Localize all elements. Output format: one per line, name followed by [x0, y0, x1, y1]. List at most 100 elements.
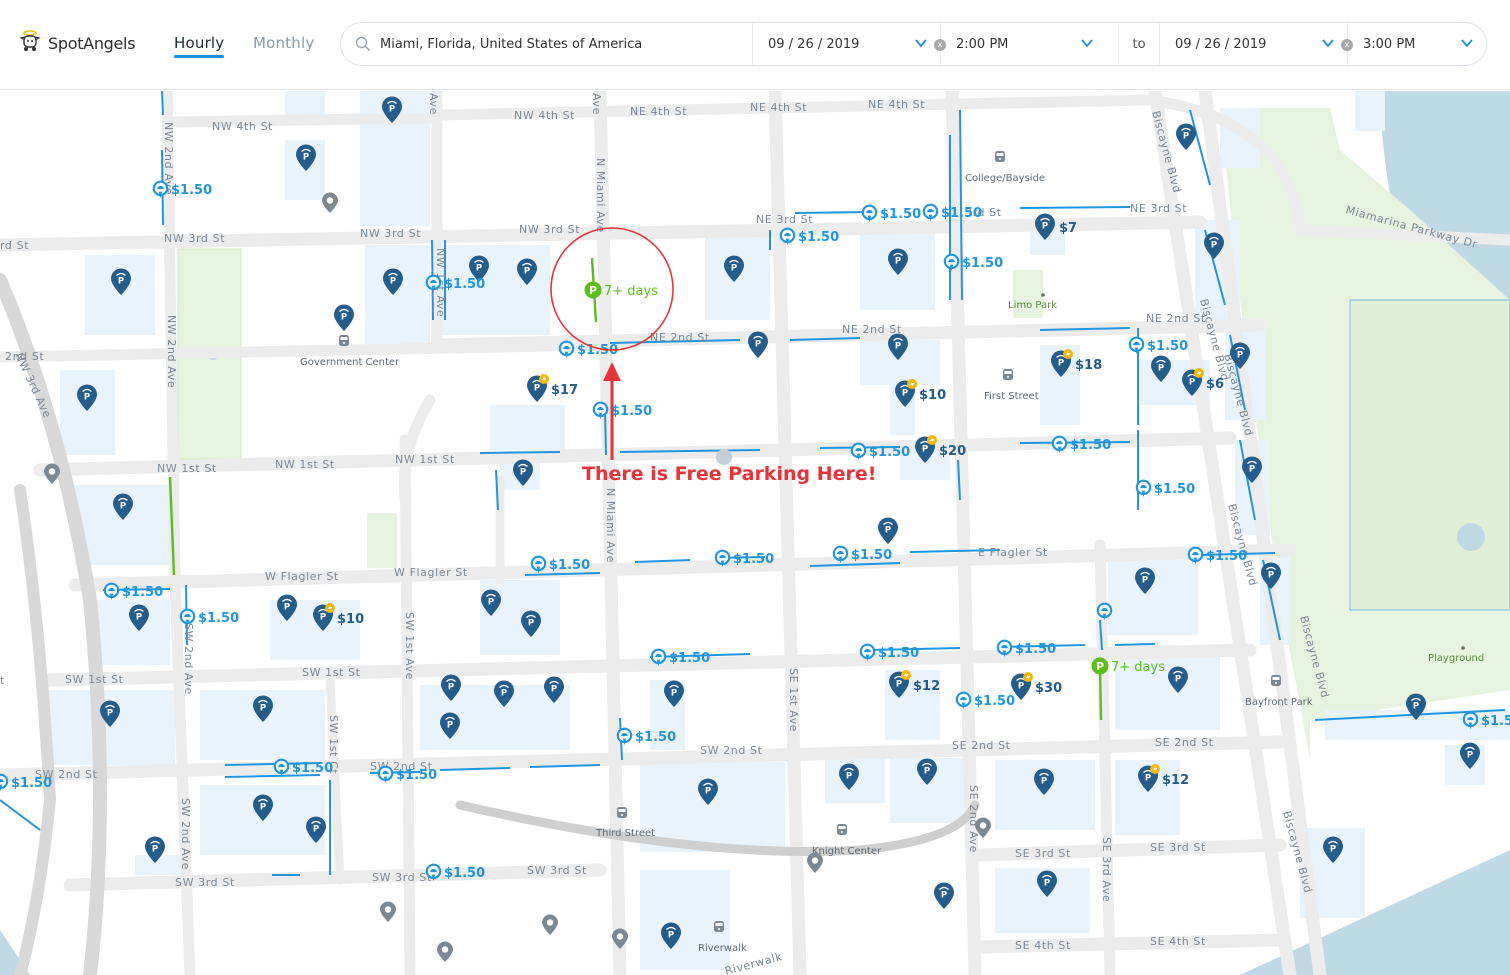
- location-pin-icon[interactable]: [380, 901, 396, 923]
- meter[interactable]: $1.50: [779, 227, 839, 247]
- place-label: Riverwalk: [698, 943, 747, 954]
- garage-pin-icon[interactable]: [333, 304, 355, 332]
- street-label: SW 2nd St: [700, 744, 763, 757]
- tab-hourly[interactable]: Hourly: [174, 34, 225, 58]
- street-label: E Flagler St: [978, 546, 1048, 559]
- logo[interactable]: SpotAngels: [18, 30, 136, 56]
- start-date-select[interactable]: 09 / 26 / 2019 x: [753, 23, 946, 65]
- priced-garage[interactable]: $17: [526, 374, 578, 403]
- street-label: SE 4th St: [1150, 935, 1206, 948]
- place-label: Government Center: [300, 357, 400, 368]
- annotation-text: There is Free Parking Here!: [582, 463, 876, 485]
- meter[interactable]: $1.50: [922, 203, 982, 223]
- start-time-select[interactable]: 2:00 PM: [941, 23, 1119, 65]
- free-parking-spot[interactable]: P 7+ days: [584, 281, 659, 300]
- street-label: W Flagler St: [394, 566, 468, 579]
- location-value: Miami, Florida, United States of America: [380, 36, 643, 52]
- angel-car-icon: [18, 30, 42, 56]
- street-label: SW 1st St: [302, 666, 361, 679]
- garage-pin-icon[interactable]: [1175, 123, 1197, 151]
- meter[interactable]: $1.50: [1462, 711, 1510, 731]
- meter-price: $1.50: [1147, 339, 1188, 354]
- street-label: NE 4th St: [750, 101, 807, 114]
- garage-price: $30: [1035, 681, 1062, 696]
- street-label: NE 4th St: [868, 98, 925, 111]
- meter[interactable]: $1.50: [1051, 435, 1111, 455]
- street-label: SW 1st St: [65, 673, 124, 686]
- garage-pin-icon[interactable]: [877, 517, 899, 545]
- street-label: NE 2nd St: [1146, 312, 1206, 325]
- street-label: NW 1st St: [157, 462, 217, 475]
- place-label: First Street: [984, 391, 1039, 402]
- chevron-down-icon: [915, 39, 927, 48]
- meter-price: $1.50: [611, 404, 652, 419]
- meter[interactable]: $1.50: [1135, 479, 1195, 499]
- meter[interactable]: $1.50: [861, 204, 921, 224]
- transit-station-icon: [995, 151, 1005, 162]
- street-label: Ave: [427, 93, 440, 115]
- parking-meter-icon: [861, 204, 878, 224]
- transit-station-icon: [617, 807, 627, 818]
- end-time-value: 3:00 PM: [1363, 36, 1416, 52]
- meter-price: $1.50: [1154, 482, 1195, 497]
- end-time-select[interactable]: 3:00 PM: [1348, 23, 1486, 65]
- meter[interactable]: $1.50: [377, 765, 437, 785]
- tab-monthly[interactable]: Monthly: [253, 34, 314, 52]
- street-label: Ave: [590, 93, 603, 115]
- location-field[interactable]: Miami, Florida, United States of America: [341, 23, 753, 65]
- location-pin-icon[interactable]: [44, 463, 60, 485]
- parking-meter-icon: [850, 442, 867, 462]
- garage-pin-icon[interactable]: [747, 331, 769, 359]
- transit-station-icon: [1003, 369, 1013, 380]
- meter-price: $1.50: [635, 730, 676, 745]
- street-label: SE 1st Ave: [787, 668, 800, 732]
- transit-station-icon: [714, 921, 724, 932]
- place-label: Knight Center: [812, 846, 882, 857]
- location-pin-icon[interactable]: [322, 192, 338, 214]
- street-label: NW 3rd St: [360, 227, 421, 240]
- meter-price: $1.50: [444, 866, 485, 881]
- search-icon: [355, 36, 371, 52]
- meter-price: $1.50: [549, 558, 590, 573]
- street-label: NW 1st St: [275, 458, 335, 471]
- meter-price: $1.50: [171, 183, 212, 198]
- clear-end-date-icon[interactable]: x: [1341, 39, 1353, 51]
- street-label: SE 2nd St: [1155, 736, 1214, 749]
- location-pin-icon[interactable]: [542, 914, 558, 936]
- meter[interactable]: $1.50: [616, 727, 676, 747]
- parking-meter-icon: [377, 765, 394, 785]
- street-label: SW 3rd St: [175, 876, 235, 889]
- meter[interactable]: $1.50: [103, 582, 163, 602]
- meter-price: $1.50: [941, 206, 982, 221]
- parking-meter-icon: [1051, 435, 1068, 455]
- app-name: SpotAngels: [48, 33, 136, 53]
- transit-station-icon: [837, 824, 847, 835]
- street-label: t: [0, 674, 5, 687]
- meter-price: $1.50: [851, 548, 892, 563]
- meter[interactable]: $1.50: [850, 442, 910, 462]
- clear-start-date-icon[interactable]: x: [934, 39, 946, 51]
- garage-price: $12: [1162, 773, 1189, 788]
- map[interactable]: P: [0, 91, 1510, 975]
- street-label: NW 4th St: [514, 109, 575, 122]
- place-label: College/Bayside: [965, 173, 1045, 184]
- street-label: N Miami Ave: [594, 158, 607, 233]
- end-date-select[interactable]: 09 / 26 / 2019 x: [1160, 23, 1353, 65]
- street-label: rd St: [0, 239, 29, 252]
- chevron-down-icon: [1461, 39, 1473, 48]
- location-pin-icon[interactable]: [437, 941, 453, 963]
- street-label: SE 4th St: [1015, 939, 1071, 952]
- garage-pin-icon[interactable]: [933, 882, 955, 910]
- street-label: SW 1st Ave: [403, 612, 416, 680]
- garage-price: $20: [939, 444, 966, 459]
- location-pin-icon[interactable]: [807, 852, 823, 874]
- meter-price: $1.50: [198, 611, 239, 626]
- street-label: W Flagler St: [265, 570, 339, 583]
- map-canvas[interactable]: P: [0, 91, 1510, 975]
- street-label: NE 3rd St: [756, 213, 813, 226]
- free-parking-spot[interactable]: P 7+ days: [1091, 657, 1166, 676]
- priced-garage[interactable]: $30: [1010, 672, 1062, 701]
- park-dot-icon: [1461, 646, 1465, 650]
- street-label: NE 2nd St: [842, 323, 902, 336]
- parking-meter-icon: [1128, 336, 1145, 356]
